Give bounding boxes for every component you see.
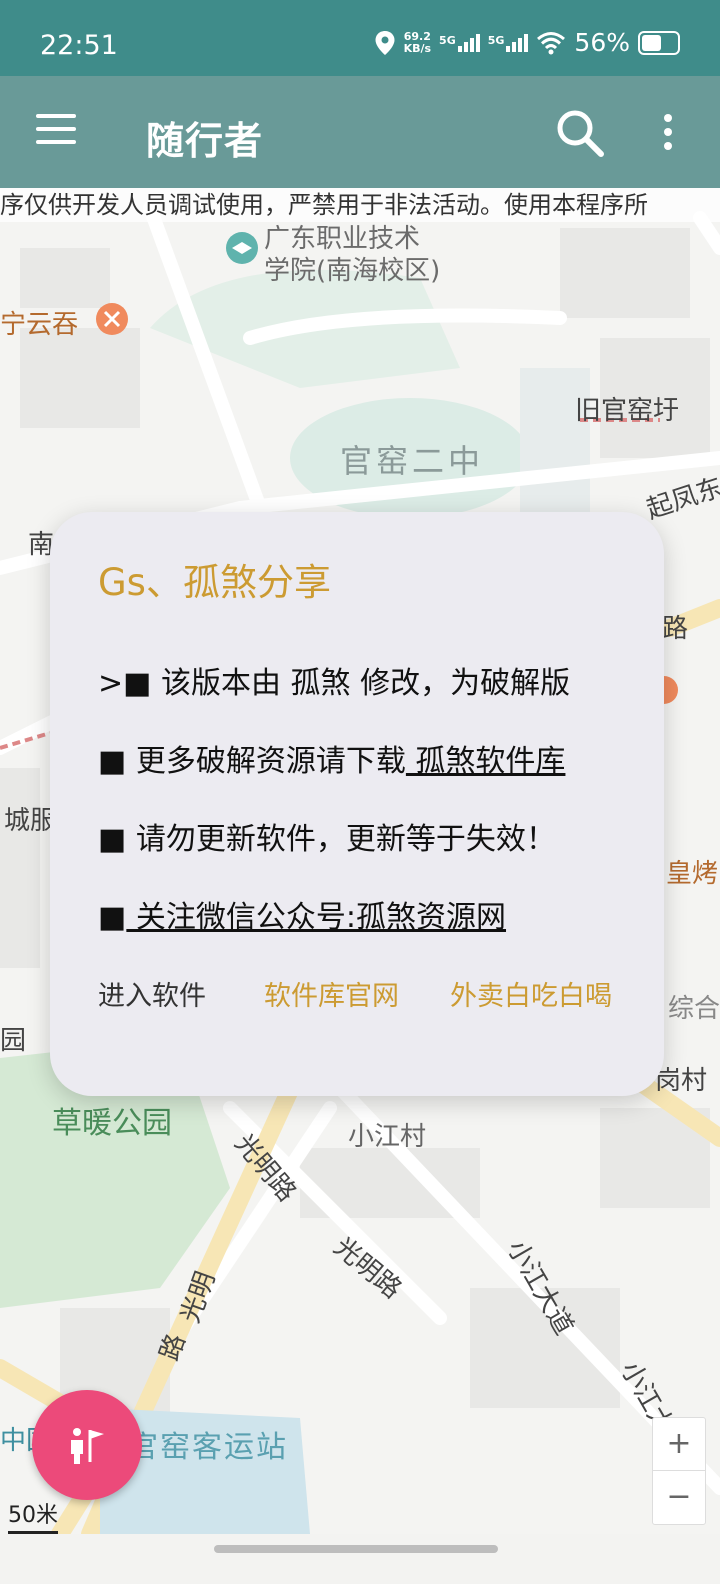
battery-icon	[638, 30, 680, 55]
takeout-button[interactable]: 外卖白吃白喝	[450, 974, 612, 1013]
map-label-xiaojiang: 小江村	[348, 1122, 427, 1152]
map-label-restaurant: 宁云吞	[0, 310, 79, 340]
dialog-line-4: ■ 关注微信公众号:孤煞资源网	[98, 892, 506, 936]
map-label-lu: 路	[662, 614, 689, 644]
menu-icon[interactable]	[36, 114, 76, 148]
enter-software-button[interactable]: 进入软件	[98, 974, 206, 1013]
status-bar: 22:51 69.2 KB/s 5G 5G 56%	[0, 0, 720, 76]
library-website-button[interactable]: 软件库官网	[264, 974, 399, 1013]
dialog-line-3: ■ 请勿更新软件，更新等于失效！	[98, 822, 556, 857]
map-scale-bar	[8, 1531, 58, 1534]
dialog-line-1: >■ 该版本由 孤煞 修改，为破解版	[98, 666, 571, 701]
location-icon	[375, 30, 395, 55]
map-label-park: 草暖公园	[52, 1106, 172, 1141]
map-label-cheng: 城服	[4, 806, 57, 836]
map-scale: 50米	[8, 1497, 58, 1534]
wifi-icon	[537, 31, 566, 54]
software-library-link[interactable]: 孤煞软件库	[406, 744, 565, 779]
dialog-line-4-bullet: ■	[98, 900, 127, 935]
battery-percent: 56%	[574, 28, 630, 57]
more-options-icon[interactable]	[664, 114, 674, 154]
map-label-school-2: 学院(南海校区)	[264, 256, 441, 286]
signal-sim1-icon: 5G	[439, 33, 480, 52]
map-label-zonghe: 综合	[668, 994, 720, 1024]
tour-guide-button[interactable]	[32, 1390, 142, 1500]
map-label-school-zhong: 官窑二中	[340, 442, 485, 480]
dialog-line-2: ■ 更多破解资源请下载 孤煞软件库	[98, 736, 565, 780]
app-bar: 随行者	[0, 76, 720, 188]
map-label-gangcun: 岗村	[655, 1066, 708, 1096]
status-time: 22:51	[40, 30, 118, 61]
zoom-controls: + −	[652, 1417, 706, 1525]
gesture-nav-bar[interactable]	[214, 1545, 498, 1553]
guide-flag-icon	[71, 1428, 104, 1464]
app-title: 随行者	[146, 119, 264, 163]
network-speed: 69.2 KB/s	[403, 29, 432, 55]
wechat-account-link[interactable]: 关注微信公众号:孤煞资源网	[126, 900, 506, 935]
signal-sim2-icon: 5G	[488, 33, 529, 52]
dialog-line-2-text: ■ 更多破解资源请下载	[98, 744, 406, 779]
map-label-bus-station: 官窑客运站	[128, 1430, 288, 1465]
search-icon[interactable]	[555, 108, 605, 158]
dialog-title: Gs、孤煞分享	[98, 561, 331, 604]
map-label-old-village: 旧官窑圩	[575, 396, 680, 426]
map-label-huangkao: 皇烤	[666, 859, 719, 889]
map-label-yuan: 园	[0, 1026, 27, 1056]
status-icons: 69.2 KB/s 5G 5G 56%	[374, 28, 680, 57]
zoom-out-button[interactable]: −	[653, 1471, 705, 1523]
zoom-in-button[interactable]: +	[653, 1418, 705, 1471]
disclaimer-ticker: 序仅供开发人员调试使用，严禁用于非法活动。使用本程序所	[0, 188, 720, 222]
share-dialog: Gs、孤煞分享 >■ 该版本由 孤煞 修改，为破解版 ■ 更多破解资源请下载 孤…	[50, 512, 664, 1096]
map-scale-label: 50米	[8, 1503, 58, 1528]
